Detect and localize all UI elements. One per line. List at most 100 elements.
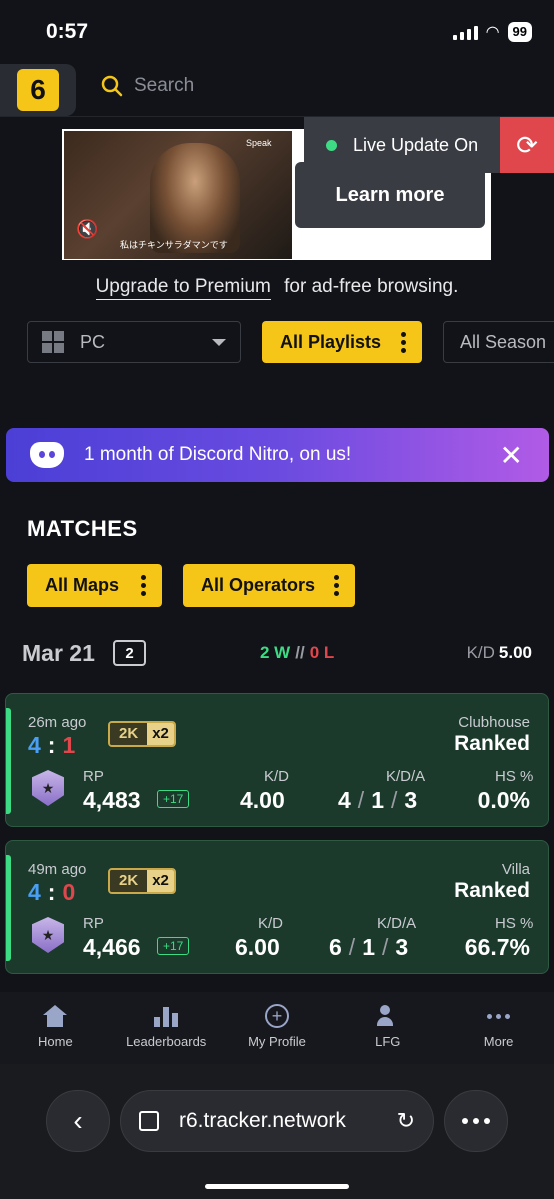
match-mode: Ranked bbox=[454, 879, 530, 902]
discord-banner[interactable]: 1 month of Discord Nitro, on us! ✕ bbox=[6, 428, 549, 482]
ad-person-image bbox=[150, 143, 240, 253]
kda-label: K/D/A bbox=[377, 915, 417, 932]
multikill-badge: 2K x2 bbox=[108, 721, 176, 747]
badge-multiplier: x2 bbox=[147, 723, 174, 745]
maps-filter[interactable]: All Maps bbox=[27, 564, 162, 607]
close-icon[interactable]: ✕ bbox=[500, 439, 523, 472]
nav-home[interactable]: Home bbox=[0, 992, 111, 1064]
hs-value: 0.0% bbox=[477, 787, 530, 813]
deaths: 1 bbox=[371, 787, 384, 813]
leaderboard-icon bbox=[154, 1004, 179, 1028]
playlists-label: All Playlists bbox=[280, 331, 382, 352]
season-label: All Season bbox=[460, 331, 547, 352]
nav-more[interactable]: More bbox=[443, 992, 554, 1064]
bottom-nav: Home Leaderboards + My Profile LFG More bbox=[0, 992, 554, 1064]
nav-lfg[interactable]: LFG bbox=[332, 992, 443, 1064]
premium-text: for ad-free browsing. bbox=[284, 276, 459, 297]
nav-more-label: More bbox=[483, 1034, 514, 1049]
nav-home-label: Home bbox=[38, 1034, 73, 1049]
rank-icon: ★ bbox=[32, 770, 64, 806]
assists: 3 bbox=[404, 787, 418, 813]
win-loss-summary: 2 W//0 L bbox=[260, 643, 334, 663]
ad-caption: 私はチキンサラダマンです bbox=[120, 240, 228, 250]
score-team-b: 0 bbox=[62, 879, 76, 905]
nav-lfg-label: LFG bbox=[375, 1034, 401, 1049]
score-team-b: 1 bbox=[62, 732, 76, 758]
season-filter[interactable]: All Season bbox=[443, 321, 554, 363]
nav-my-profile-label: My Profile bbox=[248, 1034, 306, 1049]
losses: 0 L bbox=[309, 643, 335, 662]
match-score: 4:1 bbox=[28, 732, 76, 758]
score-team-a: 4 bbox=[28, 732, 41, 758]
kda-value: 4/1/3 bbox=[338, 787, 418, 813]
hs-label: HS % bbox=[495, 768, 534, 785]
kd-value: 6.00 bbox=[235, 934, 280, 960]
platform-value: PC bbox=[80, 331, 106, 352]
deaths: 1 bbox=[362, 934, 375, 960]
upgrade-premium-link[interactable]: Upgrade to Premium bbox=[95, 276, 271, 300]
match-time: 49m ago bbox=[28, 861, 87, 878]
battery-icon: 99 bbox=[507, 22, 532, 42]
badge-multiplier: x2 bbox=[147, 870, 174, 892]
site-logo[interactable]: 6 bbox=[0, 64, 76, 116]
page-icon bbox=[139, 1111, 159, 1131]
live-update-label: Live Update On bbox=[353, 134, 479, 155]
match-card[interactable]: 49m ago 4:0 2K x2 Villa Ranked ★ RP 4,466… bbox=[5, 840, 549, 974]
signal-icon bbox=[452, 24, 478, 40]
kd-label: K/D bbox=[264, 768, 290, 785]
match-date: Mar 21 bbox=[22, 640, 95, 666]
premium-line: Upgrade to Premium for ad-free browsing. bbox=[0, 276, 554, 300]
more-horizontal-icon bbox=[487, 1004, 511, 1028]
playlists-filter[interactable]: All Playlists bbox=[262, 321, 422, 363]
more-vertical-icon bbox=[141, 575, 146, 596]
wifi-icon: ◠ bbox=[485, 24, 500, 41]
multikill-badge: 2K x2 bbox=[108, 868, 176, 894]
chevron-left-icon: ‹ bbox=[73, 1105, 83, 1136]
discord-text: 1 month of Discord Nitro, on us! bbox=[84, 444, 352, 465]
reload-icon[interactable]: ↻ bbox=[397, 1108, 415, 1134]
badge-kills: 2K bbox=[110, 870, 148, 892]
nav-my-profile[interactable]: + My Profile bbox=[222, 992, 333, 1064]
rp-value: 4,466 bbox=[83, 934, 141, 960]
rp-delta: +17 bbox=[157, 790, 190, 808]
operators-label: All Operators bbox=[201, 575, 316, 595]
refresh-icon[interactable]: ⟳ bbox=[500, 117, 554, 173]
operators-filter[interactable]: All Operators bbox=[183, 564, 355, 607]
browser-more-button[interactable] bbox=[444, 1090, 508, 1152]
user-search-icon bbox=[376, 1004, 399, 1028]
search-bar[interactable]: Search bbox=[100, 74, 194, 98]
status-time: 0:57 bbox=[46, 20, 89, 43]
plus-circle-icon: + bbox=[264, 1004, 289, 1028]
kd-value: 4.00 bbox=[240, 787, 285, 813]
address-bar[interactable]: r6.tracker.network ↻ bbox=[120, 1090, 434, 1152]
back-button[interactable]: ‹ bbox=[46, 1090, 110, 1152]
kda-label: K/D/A bbox=[386, 768, 426, 785]
search-placeholder: Search bbox=[134, 75, 195, 96]
ad-brand: Speak bbox=[246, 138, 272, 148]
assists: 3 bbox=[395, 934, 409, 960]
matches-title: MATCHES bbox=[27, 516, 138, 541]
rp-label: RP bbox=[83, 915, 104, 932]
hs-value: 66.7% bbox=[464, 934, 530, 960]
badge-kills: 2K bbox=[110, 723, 148, 745]
maps-label: All Maps bbox=[45, 575, 120, 595]
match-time: 26m ago bbox=[28, 714, 87, 731]
logo-icon: 6 bbox=[17, 69, 59, 111]
discord-icon bbox=[30, 442, 64, 468]
wl-separator: // bbox=[295, 643, 305, 662]
kd-label: K/D bbox=[258, 915, 284, 932]
match-card[interactable]: 26m ago 4:1 2K x2 Clubhouse Ranked ★ RP 4… bbox=[5, 693, 549, 827]
nav-leaderboards-label: Leaderboards bbox=[126, 1034, 207, 1049]
home-icon bbox=[43, 1004, 68, 1028]
day-kd-value: 5.00 bbox=[498, 643, 532, 662]
nav-leaderboards[interactable]: Leaderboards bbox=[111, 992, 222, 1064]
kills: 6 bbox=[329, 934, 342, 960]
day-kd: K/D 5.00 bbox=[467, 643, 532, 663]
day-kd-label: K/D bbox=[466, 643, 495, 662]
platform-select[interactable]: PC bbox=[27, 321, 241, 363]
hs-label: HS % bbox=[495, 915, 534, 932]
match-count-badge: 2 bbox=[113, 640, 146, 666]
mute-icon[interactable]: 🔇 bbox=[76, 219, 98, 240]
status-icons: ◠ 99 bbox=[452, 22, 532, 42]
match-map: Clubhouse bbox=[458, 714, 530, 731]
